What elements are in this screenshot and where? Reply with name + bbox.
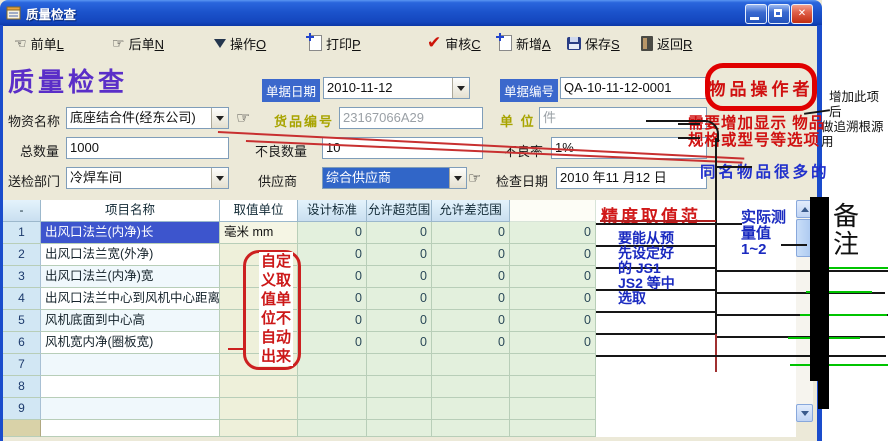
- screenshot-canvas: 质量检查 ✕ ☜ 前单L ☞ 后单N 操作O 打印P: [0, 0, 889, 441]
- sketch-row-line: [596, 311, 715, 313]
- toolbar-audit-button[interactable]: ✔ 审核C: [427, 33, 481, 53]
- check-icon: ✔: [427, 33, 441, 53]
- total-qty-input[interactable]: 1000: [66, 137, 229, 159]
- inspection-items-table: - 项目名称 取值单位 设计标准 允许超范围 允许差范围 1 出风口法兰(内净)…: [3, 200, 796, 437]
- table-row[interactable]: 9: [3, 398, 796, 420]
- sketch-row-line: [596, 355, 886, 357]
- annotation-tick: [716, 166, 752, 168]
- material-combo[interactable]: 底座结合件(经东公司): [66, 107, 229, 129]
- toolbar-action-button[interactable]: 操作O: [214, 33, 266, 53]
- annotation-operator-box: 物品操作者: [705, 63, 817, 111]
- defect-rate-label: 不良率: [504, 141, 543, 160]
- annotation-black-bar: [810, 197, 829, 381]
- total-qty-label: 总数量: [20, 141, 59, 160]
- maximize-button[interactable]: [768, 4, 790, 24]
- toolbar: ☜ 前单L ☞ 后单N 操作O 打印P ✔ 审核C 新增A: [3, 26, 817, 60]
- table-row[interactable]: 8: [3, 376, 796, 398]
- annotation-tick: [228, 348, 244, 350]
- annotation-tick: [678, 137, 700, 139]
- pointing-hand-icon[interactable]: ☞: [236, 108, 250, 128]
- cell-item-name[interactable]: 风机底面到中心高: [41, 310, 220, 332]
- cell-item-name[interactable]: [41, 354, 220, 376]
- toolbar-print-button[interactable]: 打印P: [309, 33, 361, 53]
- toolbar-prev-button[interactable]: ☜ 前单L: [14, 33, 64, 53]
- green-line: [790, 364, 888, 366]
- table-row[interactable]: 3 出风口法兰(内净)宽 0 0 0 0: [3, 266, 796, 288]
- cell-unit[interactable]: [220, 376, 298, 398]
- scroll-down-icon[interactable]: [796, 404, 813, 422]
- chevron-down-icon[interactable]: [452, 78, 469, 98]
- annotation-same-name-note: 同名物品很多的: [700, 160, 830, 182]
- toolbar-next-button[interactable]: ☞ 后单N: [112, 33, 164, 53]
- annotation-red-underline: [600, 220, 716, 222]
- annotation-remark-label: 备 注: [833, 203, 859, 259]
- window-title: 质量检查: [26, 4, 76, 23]
- toolbar-new-button[interactable]: 新增A: [499, 33, 551, 53]
- cell-item-name[interactable]: [41, 398, 220, 420]
- dept-combo[interactable]: 冷焊车间: [66, 167, 229, 189]
- unit-label: 单 位: [500, 111, 536, 130]
- check-date-label: 检查日期: [496, 171, 548, 190]
- annotation-trace-note: 增加此项后 做追溯根源用: [821, 90, 889, 150]
- sketch-row-line: [717, 270, 888, 272]
- supplier-combo[interactable]: 综合供应商: [322, 167, 467, 189]
- cell-item-name[interactable]: 出风口法兰(内净)长: [41, 222, 220, 244]
- page-title: 质量检查: [8, 62, 128, 99]
- cell-unit[interactable]: [220, 398, 298, 420]
- dept-label: 送检部门: [8, 171, 60, 190]
- table-row-partial[interactable]: [3, 420, 796, 437]
- doc-no-label: 单据编号: [500, 79, 558, 102]
- cell-item-name[interactable]: 出风口法兰中心到风机中心距离: [41, 288, 220, 310]
- chevron-down-icon[interactable]: [211, 108, 228, 128]
- toolbar-return-button[interactable]: 返回R: [641, 33, 692, 53]
- titlebar: 质量检查 ✕: [0, 0, 822, 26]
- table-row[interactable]: 4 出风口法兰中心到风机中心距离 0 0 0 0: [3, 288, 796, 310]
- annotation-actual-note: 实际测 量值 1~2: [741, 210, 786, 258]
- sketch-dash: [718, 223, 738, 225]
- toolbar-save-button[interactable]: 保存S: [567, 33, 620, 53]
- cell-item-name[interactable]: 出风口法兰宽(外净): [41, 244, 220, 266]
- hand-left-icon: ☜: [14, 35, 27, 52]
- cell-item-name[interactable]: [41, 376, 220, 398]
- supplier-label: 供应商: [258, 171, 297, 190]
- material-label: 物资名称: [8, 111, 60, 130]
- cell-item-name[interactable]: 风机宽内净(圈板宽): [41, 332, 220, 354]
- minimize-button[interactable]: [745, 4, 767, 24]
- annotation-preset-note: 要能从预 先设定好 的 JS1 JS2 等中 选取: [618, 231, 675, 306]
- annotation-red-segment: [715, 334, 717, 372]
- window-icon: [6, 5, 22, 21]
- save-icon: [567, 37, 581, 50]
- table-row[interactable]: 6 风机宽内净(圈板宽) 0 0 0 0: [3, 332, 796, 354]
- pointing-hand-icon[interactable]: ☞: [468, 169, 481, 187]
- down-arrow-icon: [214, 39, 226, 48]
- sketch-row-line: [596, 333, 715, 335]
- item-code-label: 货品编号: [274, 111, 334, 130]
- doc-date-combo[interactable]: 2010-11-12: [323, 77, 470, 99]
- chevron-down-icon[interactable]: [449, 168, 466, 188]
- close-button[interactable]: ✕: [791, 4, 813, 24]
- cell-unit[interactable]: 毫米 mm: [220, 222, 298, 244]
- annotation-tick: [678, 123, 700, 125]
- item-code-input: 23167066A29: [339, 107, 483, 129]
- annotation-vertical-line: [715, 138, 717, 356]
- annotation-custom-unit-note: 自定义取值单位不自动出来: [259, 252, 293, 366]
- print-icon: [309, 35, 322, 51]
- check-date-input[interactable]: 2010 年11 月12 日: [556, 167, 707, 189]
- table-row[interactable]: 5 风机底面到中心高 0 0 0 0: [3, 310, 796, 332]
- doc-date-label: 单据日期: [262, 79, 320, 102]
- hand-right-icon: ☞: [112, 35, 125, 52]
- doc-no-input[interactable]: QA-10-11-12-0001: [560, 77, 707, 99]
- table-row[interactable]: 7: [3, 354, 796, 376]
- chevron-down-icon[interactable]: [211, 168, 228, 188]
- table-row[interactable]: 2 出风口法兰宽(外净) 0 0 0 0: [3, 244, 796, 266]
- annotation-black-bar: [818, 381, 829, 409]
- new-doc-icon: [499, 35, 512, 51]
- cell-item-name[interactable]: 出风口法兰(内净)宽: [41, 266, 220, 288]
- exit-icon: [641, 36, 653, 51]
